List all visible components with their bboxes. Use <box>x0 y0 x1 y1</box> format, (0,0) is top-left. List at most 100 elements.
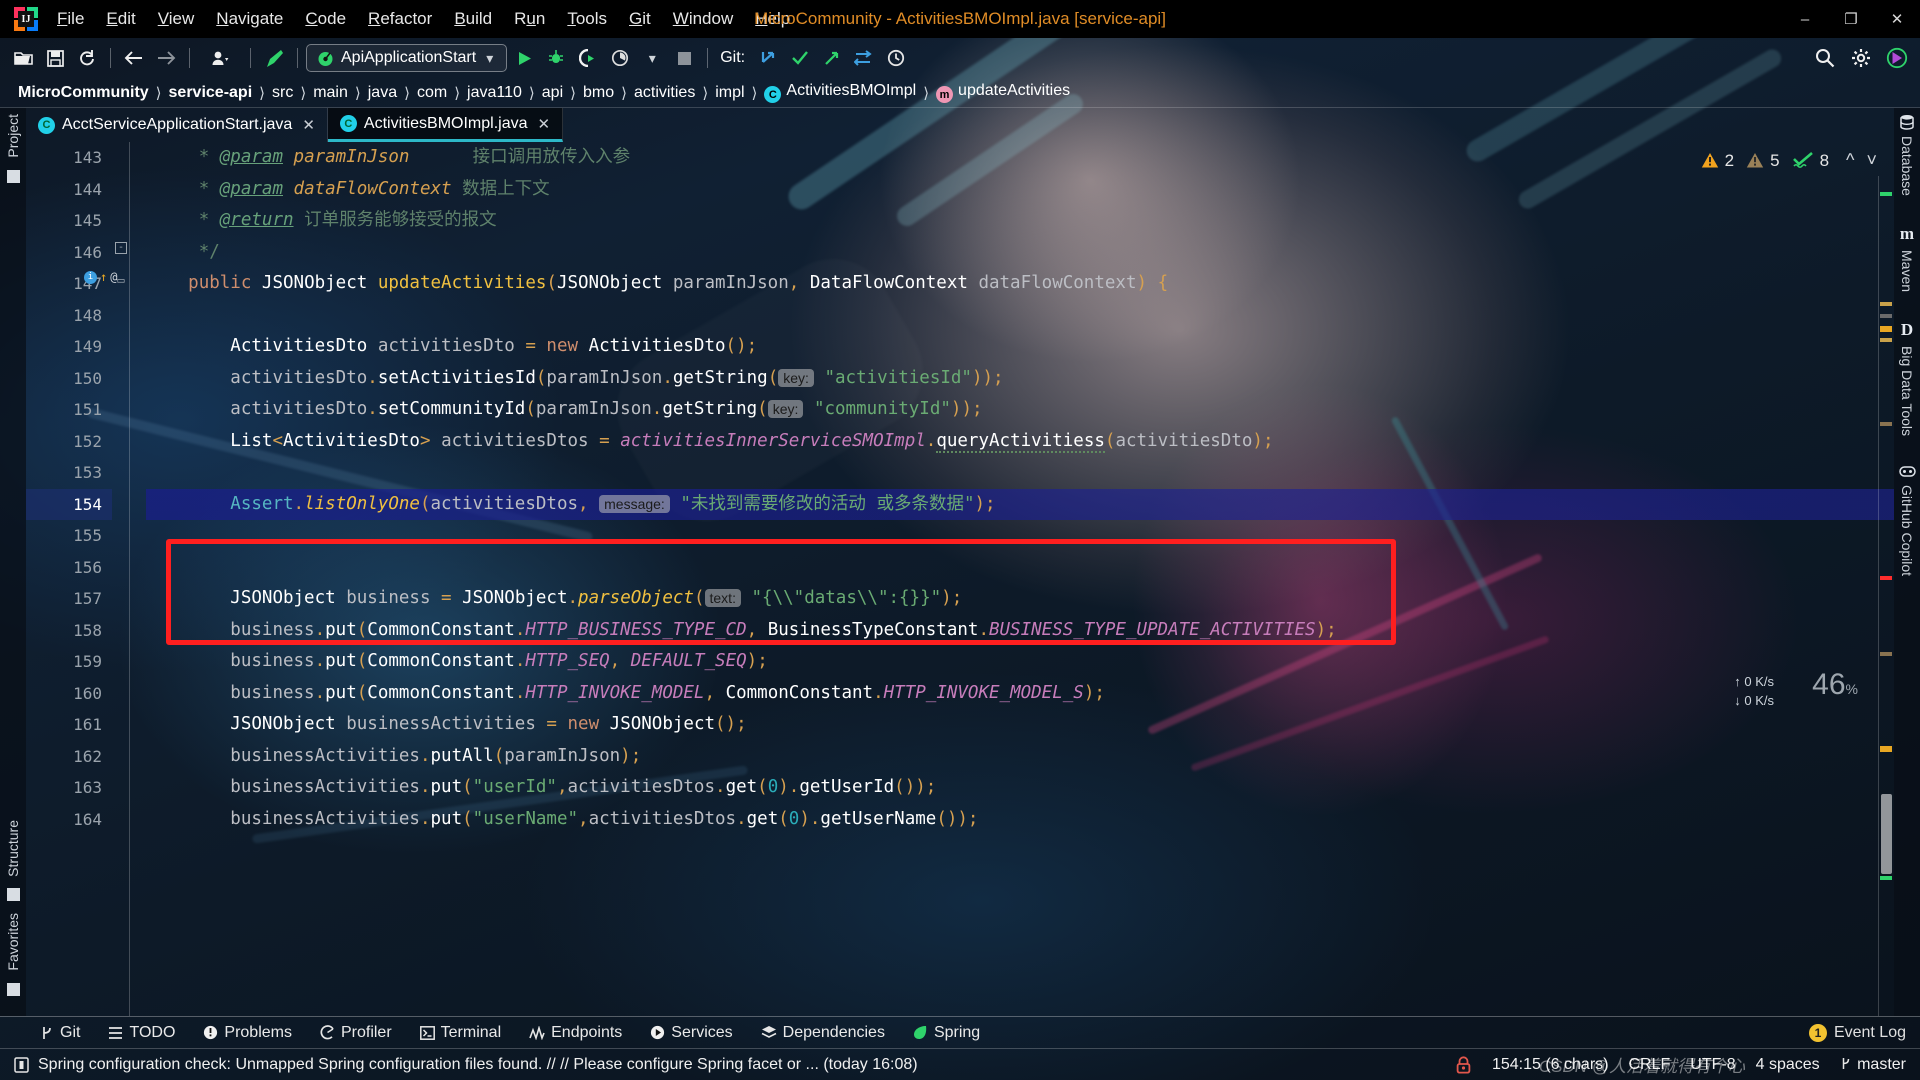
code-line[interactable] <box>146 457 1894 489</box>
github-copilot-icon[interactable] <box>1898 464 1916 479</box>
menu-item-build[interactable]: Build <box>443 5 503 33</box>
implemented-method-icon[interactable]: i <box>84 270 97 284</box>
search-icon[interactable] <box>1810 44 1840 72</box>
code-line[interactable]: public JSONObject updateActivities(JSONO… <box>146 268 1894 300</box>
code-line[interactable]: * @param paramInJson 接口调用放传入入参 <box>146 142 1894 174</box>
code-line[interactable] <box>146 300 1894 332</box>
line-number[interactable]: 161 <box>26 709 112 741</box>
indent-setting[interactable]: 4 spaces <box>1756 1056 1820 1074</box>
fold-marker-icon[interactable]: - <box>115 242 127 254</box>
run-icon[interactable] <box>509 44 539 72</box>
error-marker-strip[interactable] <box>1878 176 1894 1016</box>
code-line[interactable]: businessActivities.putAll(paramInJson); <box>146 741 1894 773</box>
line-number[interactable]: 144 <box>26 174 112 206</box>
menu-item-view[interactable]: View <box>147 5 206 33</box>
sync-icon[interactable] <box>72 44 102 72</box>
close-icon[interactable]: ✕ <box>302 116 315 134</box>
code-line[interactable]: activitiesDto.setActivitiesId(paramInJso… <box>146 363 1894 395</box>
line-number[interactable]: 148 <box>26 300 112 332</box>
close-icon[interactable]: ✕ <box>538 115 551 133</box>
big-data-tools-icon[interactable]: D <box>1901 320 1913 340</box>
tool-window-maven[interactable]: Maven <box>1899 244 1915 298</box>
line-number[interactable]: 162 <box>26 741 112 773</box>
menu-item-git[interactable]: Git <box>618 5 662 33</box>
chevron-down-icon[interactable]: ▾ <box>483 50 496 67</box>
breadcrumb-item-activities[interactable]: activities <box>628 84 701 102</box>
editor-scrollbar-thumb[interactable] <box>1881 794 1892 874</box>
close-button[interactable]: ✕ <box>1874 0 1920 38</box>
git-branch-status[interactable]: master <box>1840 1056 1906 1074</box>
code-line[interactable]: List<ActivitiesDto> activitiesDtos = act… <box>146 426 1894 458</box>
line-number[interactable]: 159 <box>26 646 112 678</box>
breadcrumb-item-java110[interactable]: java110 <box>461 84 528 102</box>
menu-item-tools[interactable]: Tools <box>556 5 618 33</box>
read-only-lock-icon[interactable] <box>1455 1055 1472 1074</box>
tool-window-project[interactable]: Project <box>5 108 21 164</box>
menu-item-file[interactable]: FFileile <box>46 5 95 33</box>
code-line[interactable] <box>146 520 1894 552</box>
breadcrumb-item-api[interactable]: api <box>536 84 569 102</box>
maven-icon[interactable]: m <box>1900 224 1914 244</box>
file-encoding[interactable]: UTF-8 <box>1690 1056 1735 1074</box>
code-line[interactable]: business.put(CommonConstant.HTTP_INVOKE_… <box>146 678 1894 710</box>
save-icon[interactable] <box>40 44 70 72</box>
tool-window-structure[interactable]: Structure <box>5 814 21 883</box>
code-line[interactable]: Assert.listOnlyOne(activitiesDtos, messa… <box>146 488 1894 520</box>
line-number[interactable]: 153 <box>26 457 112 489</box>
code-line[interactable]: ActivitiesDto activitiesDto = new Activi… <box>146 331 1894 363</box>
tool-window-dependencies[interactable]: Dependencies <box>747 1024 899 1042</box>
code-line[interactable]: businessActivities.put("userName",activi… <box>146 804 1894 836</box>
line-number-gutter[interactable]: i ↑ @ 143 144 145 146 147 148 149 150 151 152 153 154… <box>26 142 117 1016</box>
overriding-method-icon[interactable]: ↑ <box>100 270 107 284</box>
tool-window-endpoints[interactable]: Endpoints <box>515 1024 636 1042</box>
code-editor[interactable]: i ↑ @ 143 144 145 146 147 148 149 150 151 152 153 154… <box>26 142 1894 1016</box>
run-configuration-selector[interactable]: ApiApplicationStart ▾ <box>306 44 508 72</box>
menu-item-navigate[interactable]: Navigate <box>205 5 294 33</box>
tool-window-git[interactable]: Git <box>26 1024 94 1042</box>
run-with-coverage-icon[interactable] <box>573 44 603 72</box>
window-controls[interactable]: – ❐ ✕ <box>1782 0 1920 38</box>
git-branch-icon[interactable] <box>849 44 879 72</box>
user-profile-icon[interactable] <box>198 44 242 72</box>
line-number[interactable]: 163 <box>26 772 112 804</box>
forward-arrow-icon[interactable] <box>151 44 181 72</box>
tool-window-problems[interactable]: Problems <box>189 1024 306 1042</box>
build-hammer-icon[interactable] <box>259 44 289 72</box>
code-line[interactable]: */ <box>146 237 1894 269</box>
git-commit-icon[interactable] <box>785 44 815 72</box>
structure-icon[interactable] <box>6 888 20 902</box>
code-line[interactable]: businessActivities.put("userId",activiti… <box>146 772 1894 804</box>
line-number[interactable]: 157 <box>26 583 112 615</box>
line-number[interactable]: 150 <box>26 363 112 395</box>
line-number[interactable]: 152 <box>26 426 112 458</box>
git-history-icon[interactable] <box>881 44 911 72</box>
menu-item-run[interactable]: Run <box>503 5 556 33</box>
line-number[interactable]: 156 <box>26 552 112 584</box>
minimize-button[interactable]: – <box>1782 0 1828 38</box>
git-push-icon[interactable] <box>817 44 847 72</box>
tool-window-terminal[interactable]: Terminal <box>406 1024 515 1042</box>
menu-item-help[interactable]: Help <box>744 5 801 33</box>
code-line[interactable]: business.put(CommonConstant.HTTP_BUSINES… <box>146 615 1894 647</box>
code-line[interactable]: * @return 订单服务能够接受的报文 <box>146 205 1894 237</box>
menu-item-refactor[interactable]: Refactor <box>357 5 443 33</box>
open-folder-icon[interactable] <box>8 44 38 72</box>
line-number[interactable]: 151 <box>26 394 112 426</box>
git-update-icon[interactable] <box>753 44 783 72</box>
chevron-down-icon[interactable]: ▾ <box>637 44 667 72</box>
line-number[interactable]: 164 <box>26 804 112 836</box>
tool-window-github-copilot[interactable]: GitHub Copilot <box>1899 479 1915 582</box>
fold-marker-icon[interactable]: ▭ <box>115 274 127 286</box>
chevron-up-icon[interactable]: ^ <box>1843 150 1857 171</box>
favorites-icon[interactable] <box>6 983 20 996</box>
menu-item-window[interactable]: Window <box>662 5 744 33</box>
event-log-button[interactable]: 1 Event Log <box>1808 1023 1920 1042</box>
line-number[interactable]: 149 <box>26 331 112 363</box>
breadcrumb-item-main[interactable]: main <box>307 84 354 102</box>
line-number[interactable]: 160 <box>26 678 112 710</box>
breadcrumb-item-method[interactable]: m updateActivities <box>930 82 1076 104</box>
tab-acctserviceapplicationstart[interactable]: C AcctServiceApplicationStart.java ✕ <box>26 108 328 142</box>
code-line[interactable]: business.put(CommonConstant.HTTP_SEQ, DE… <box>146 646 1894 678</box>
menu-bar[interactable]: FFileile Edit View Navigate Code Refacto… <box>46 5 801 33</box>
code-line[interactable] <box>146 552 1894 584</box>
